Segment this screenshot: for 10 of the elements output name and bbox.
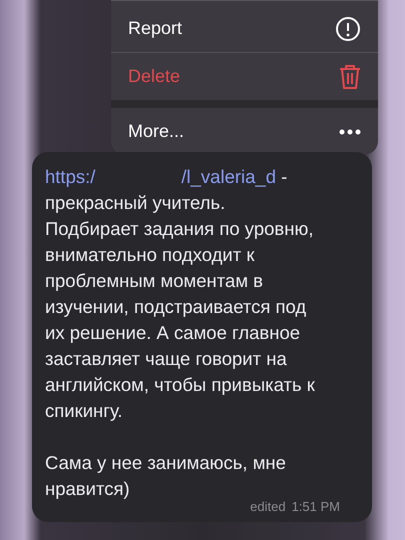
exclamation-circle-icon (335, 16, 361, 42)
menu-item[interactable]: Report (111, 5, 378, 52)
menu-item[interactable]: Delete (111, 52, 378, 100)
trash-icon (339, 64, 361, 90)
ellipsis-icon (339, 128, 361, 134)
link[interactable]: /l_valeria_d (181, 166, 276, 187)
message-text: https:/ /l_valeria_d - прекрасный учитель. Подбирает задания по уровню, внимательно подходит к проблемным моментам в изучении, подстраивается под их решение. А самое главное заставляет чаще говорит на английском, чтобы привыкать к спикингу. Сама у нее занимаюсь, мне нравится) (45, 165, 316, 501)
message-time: 1:51 PM (292, 500, 340, 514)
link[interactable]: https:/ (45, 166, 96, 187)
edited-label: edited (250, 500, 286, 514)
